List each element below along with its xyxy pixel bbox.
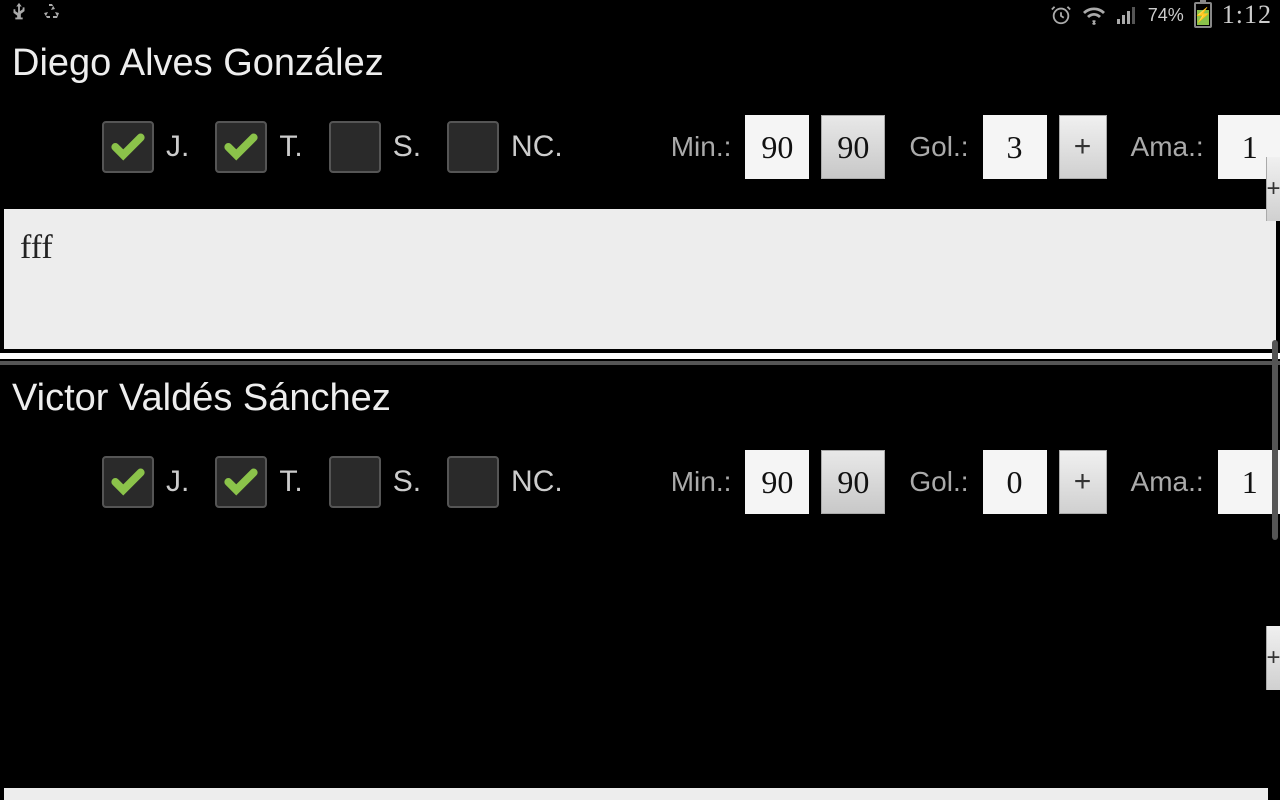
checkbox-label-t: T. [279, 465, 302, 499]
gol-plus-button[interactable]: + [1059, 115, 1107, 179]
checkbox-nc[interactable] [447, 456, 499, 508]
checkbox-s[interactable] [329, 121, 381, 173]
clock: 1:12 [1222, 0, 1272, 30]
ama-input[interactable]: 1 [1218, 450, 1280, 514]
signal-icon [1116, 5, 1138, 25]
player-name: Victor Valdés Sánchez [12, 377, 1268, 420]
checkbox-j[interactable] [102, 121, 154, 173]
ama-label: Ama.: [1131, 131, 1204, 163]
battery-icon: ⚡ [1194, 2, 1212, 28]
usb-icon [8, 1, 30, 29]
alarm-icon [1050, 4, 1072, 26]
min-input[interactable]: 90 [745, 115, 809, 179]
gol-plus-button[interactable]: + [1059, 450, 1107, 514]
checkbox-j[interactable] [102, 456, 154, 508]
gol-label: Gol.: [909, 131, 968, 163]
player-name: Diego Alves González [12, 42, 1268, 85]
note-input[interactable]: fff [4, 209, 1276, 349]
player-row: Diego Alves González J. T. S. NC. Min.: … [0, 30, 1280, 209]
min-input[interactable]: 90 [745, 450, 809, 514]
gol-input[interactable]: 0 [983, 450, 1047, 514]
wifi-icon [1082, 5, 1106, 25]
checkbox-t[interactable] [215, 456, 267, 508]
player-controls: J. T. S. NC. Min.: 90 90 Gol.: 0 + Ama.:… [12, 450, 1268, 544]
checkbox-t[interactable] [215, 121, 267, 173]
player-controls: J. T. S. NC. Min.: 90 90 Gol.: 3 + Ama.:… [12, 115, 1268, 209]
status-bar: 74% ⚡ 1:12 [0, 0, 1280, 30]
min-default-button[interactable]: 90 [821, 115, 885, 179]
checkbox-label-nc: NC. [511, 130, 563, 164]
checkbox-nc[interactable] [447, 121, 499, 173]
ama-label: Ama.: [1131, 466, 1204, 498]
note-text: fff [20, 229, 53, 267]
checkbox-label-t: T. [279, 130, 302, 164]
recycle-icon [40, 0, 64, 30]
scrollbar[interactable] [1272, 340, 1278, 540]
ama-plus-button[interactable]: + [1266, 626, 1280, 690]
player-row: Victor Valdés Sánchez J. T. S. NC. Min.:… [0, 365, 1280, 544]
checkbox-label-j: J. [166, 130, 189, 164]
gol-input[interactable]: 3 [983, 115, 1047, 179]
min-label: Min.: [671, 131, 732, 163]
min-label: Min.: [671, 466, 732, 498]
checkbox-s[interactable] [329, 456, 381, 508]
min-default-button[interactable]: 90 [821, 450, 885, 514]
battery-percent: 74% [1148, 5, 1184, 26]
checkbox-label-nc: NC. [511, 465, 563, 499]
note-input[interactable] [4, 788, 1268, 800]
checkbox-label-j: J. [166, 465, 189, 499]
ama-plus-button[interactable]: + [1266, 157, 1280, 221]
checkbox-label-s: S. [393, 465, 421, 499]
checkbox-label-s: S. [393, 130, 421, 164]
row-divider [0, 353, 1280, 359]
gol-label: Gol.: [909, 466, 968, 498]
